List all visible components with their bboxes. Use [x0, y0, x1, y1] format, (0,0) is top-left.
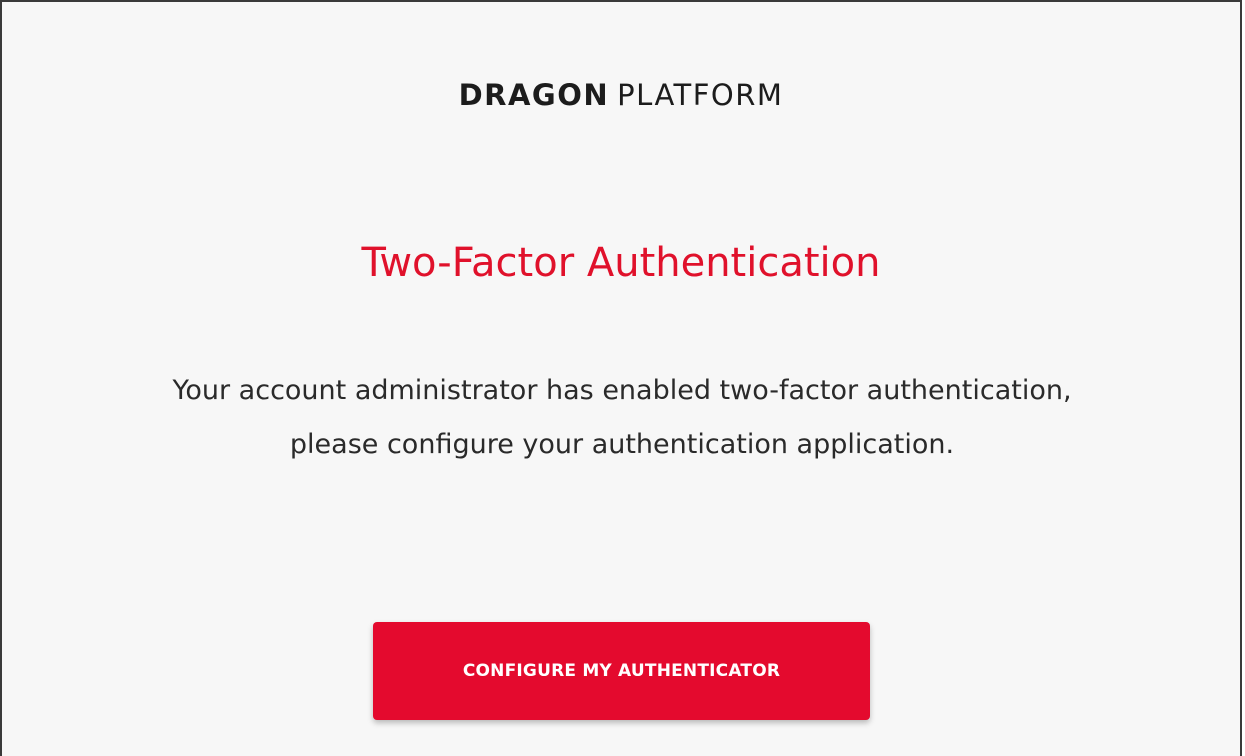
info-message: Your account administrator has enabled t…: [172, 375, 1072, 460]
auth-panel: DRAGON PLATFORM Two-Factor Authentication…: [0, 0, 1242, 756]
page-title: Two-Factor Authentication: [361, 240, 881, 286]
brand-logo: DRAGON PLATFORM: [2, 78, 1240, 112]
brand-name-strong: DRAGON: [458, 78, 610, 112]
configure-authenticator-button[interactable]: CONFIGURE MY AUTHENTICATOR: [373, 622, 870, 720]
brand-name-light: PLATFORM: [617, 78, 784, 112]
